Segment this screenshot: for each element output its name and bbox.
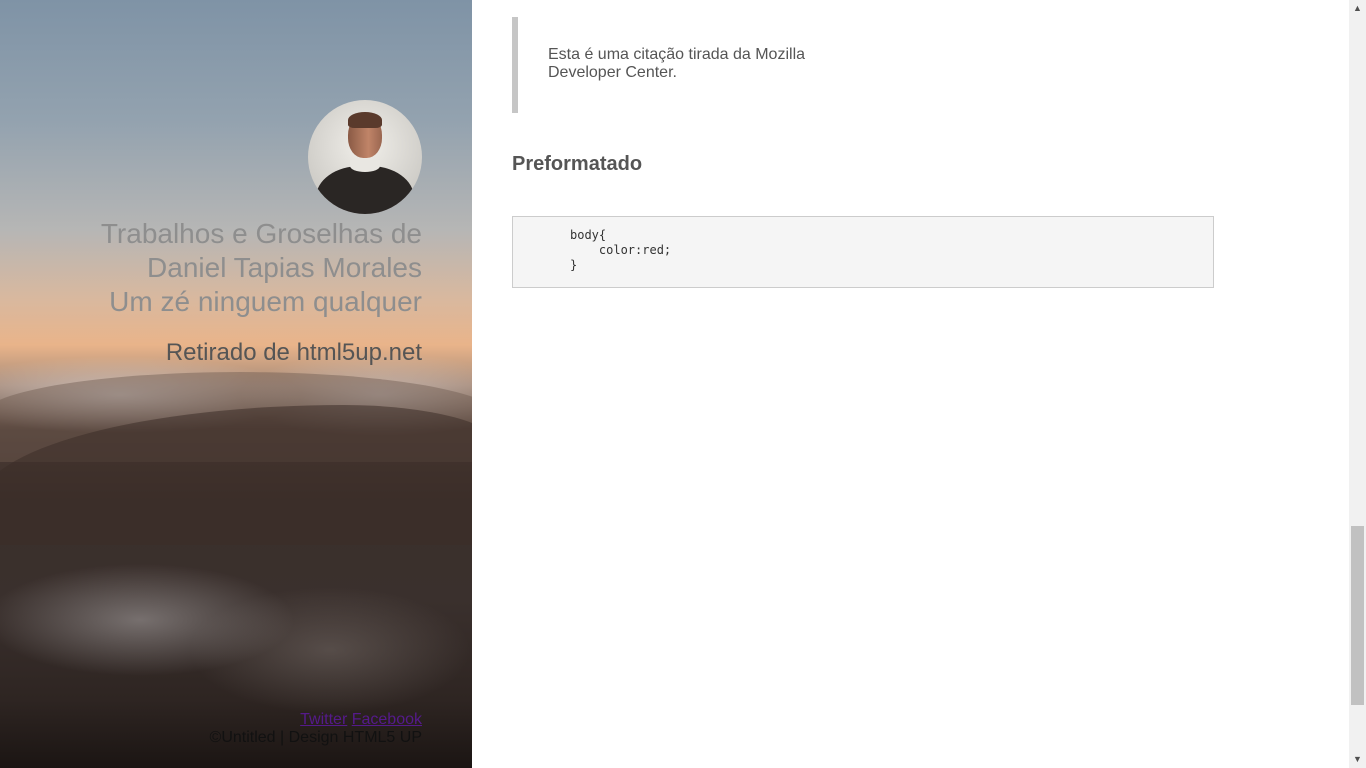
scroll-up-arrow-icon[interactable]: ▲ bbox=[1349, 0, 1366, 17]
sidebar-title-line-3: Um zé ninguem qualquer bbox=[109, 286, 422, 317]
twitter-link[interactable]: Twitter bbox=[300, 711, 347, 728]
scroll-down-arrow-icon[interactable]: ▼ bbox=[1349, 751, 1366, 768]
blockquote-text: Esta é uma citação tirada da Mozilla Dev… bbox=[548, 46, 806, 81]
facebook-link[interactable]: Facebook bbox=[352, 711, 422, 728]
scrollbar-thumb[interactable] bbox=[1351, 526, 1364, 705]
sidebar-subtitle: Retirado de html5up.net bbox=[165, 339, 422, 366]
sidebar: Trabalhos e Groselhas de Daniel Tapias M… bbox=[0, 0, 472, 768]
avatar bbox=[308, 100, 422, 214]
vertical-scrollbar[interactable]: ▲ ▼ bbox=[1349, 0, 1366, 768]
preformatted-heading: Preformatado bbox=[512, 153, 643, 175]
social-links: Twitter Facebook bbox=[300, 711, 422, 729]
code-block: body{ color:red; } bbox=[512, 216, 1214, 288]
credits-text: ©Untitled | Design HTML5 UP bbox=[209, 729, 422, 746]
blockquote: Esta é uma citação tirada da Mozilla Dev… bbox=[512, 17, 832, 113]
sidebar-title-line-1: Trabalhos e Groselhas de bbox=[100, 218, 422, 249]
sidebar-title-line-2: Daniel Tapias Morales bbox=[147, 252, 422, 283]
